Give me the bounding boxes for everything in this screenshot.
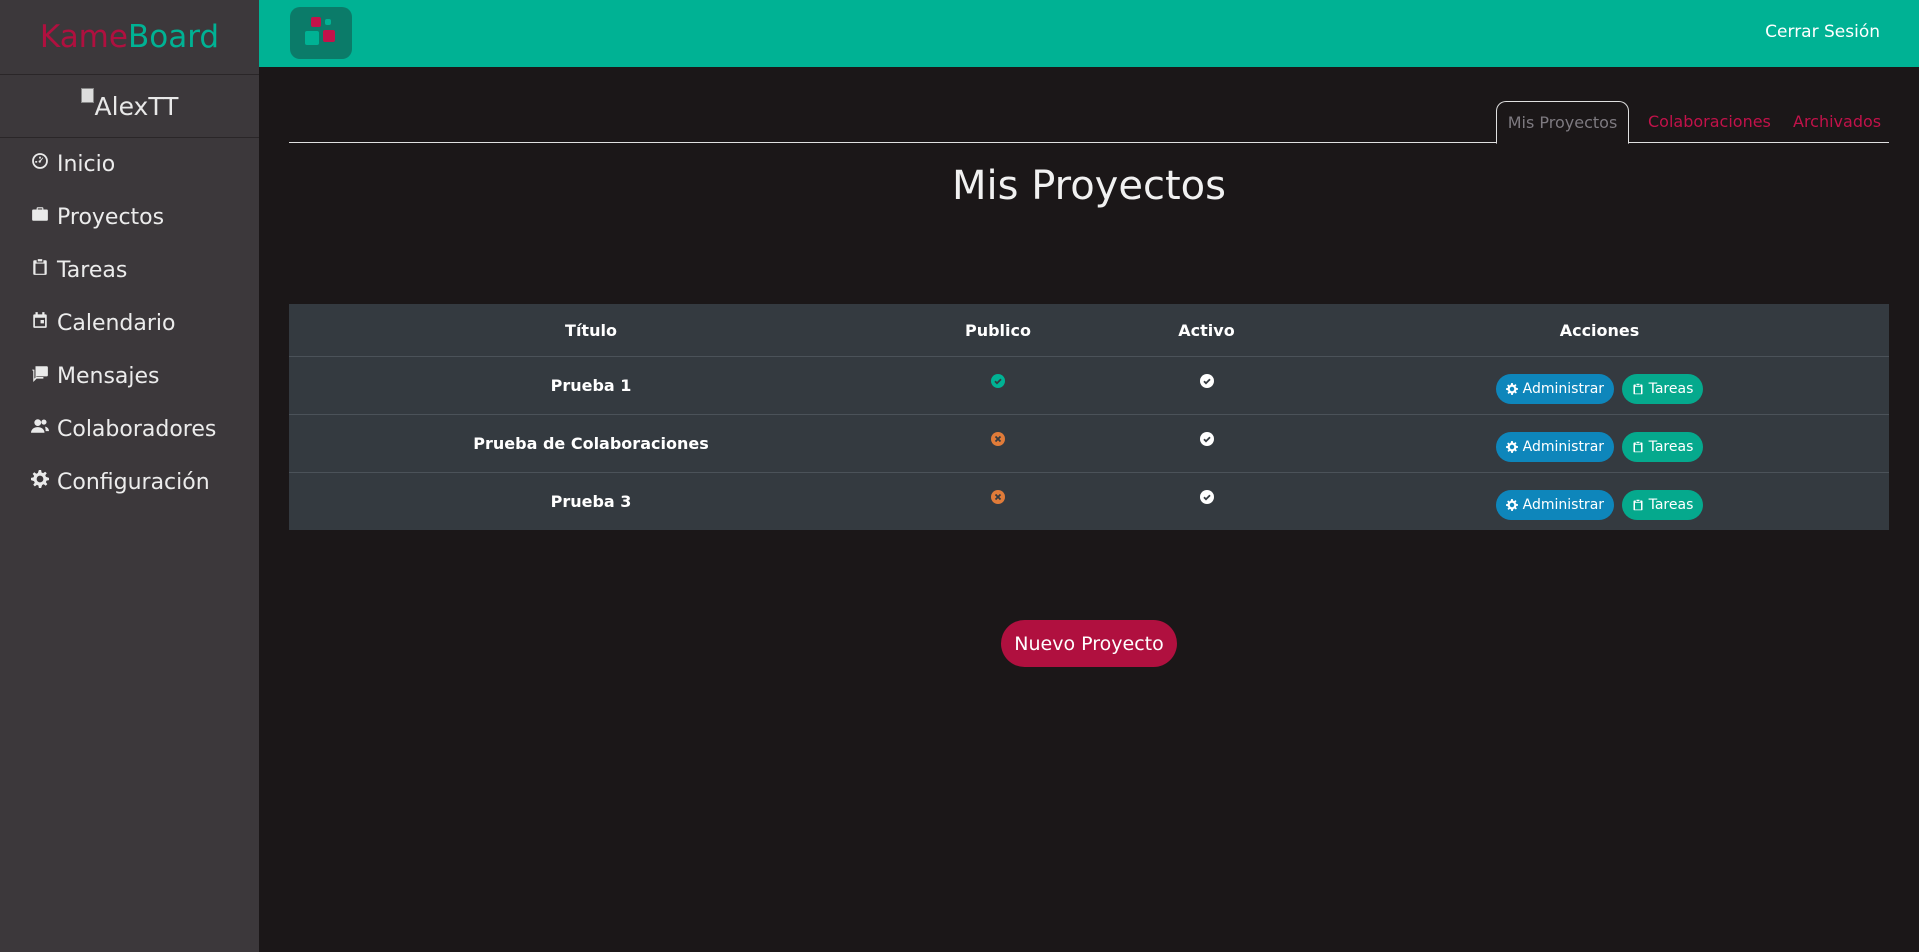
sidebar-item-inicio[interactable]: Inicio bbox=[0, 138, 259, 191]
sidebar-item-calendario[interactable]: Calendario bbox=[0, 297, 259, 350]
sidebar-item-tareas[interactable]: Tareas bbox=[0, 244, 259, 297]
check-circle-icon bbox=[1199, 432, 1214, 446]
administrar-button[interactable]: Administrar bbox=[1495, 373, 1615, 404]
administrar-button[interactable]: Administrar bbox=[1495, 489, 1615, 520]
project-title: Prueba 3 bbox=[289, 472, 893, 530]
button-label: Tareas bbox=[1648, 496, 1694, 513]
table-header-row: Título Publico Activo Acciones bbox=[289, 304, 1889, 357]
tareas-button[interactable]: Tareas bbox=[1621, 489, 1704, 520]
sidebar-item-mensajes[interactable]: Mensajes bbox=[0, 350, 259, 403]
column-header-acciones: Acciones bbox=[1310, 304, 1889, 357]
button-label: Tareas bbox=[1648, 438, 1694, 455]
tabs-divider bbox=[289, 142, 1889, 143]
gear-icon bbox=[1505, 498, 1518, 511]
sidebar-item-label: Proyectos bbox=[57, 205, 165, 230]
sidebar-item-label: Calendario bbox=[57, 311, 176, 336]
sidebar-item-label: Inicio bbox=[57, 152, 116, 177]
project-title: Prueba de Colaboraciones bbox=[289, 414, 893, 473]
brand-name-part2: Board bbox=[127, 19, 220, 55]
briefcase-icon bbox=[30, 204, 50, 224]
x-circle-icon bbox=[991, 432, 1005, 446]
sidebar-item-label: Colaboradores bbox=[57, 417, 217, 442]
check-circle-icon bbox=[1199, 374, 1214, 388]
avatar[interactable]: AlexTT bbox=[80, 87, 179, 121]
column-header-activo: Activo bbox=[1103, 304, 1310, 357]
gear-icon bbox=[30, 469, 50, 489]
tab-mis-proyectos[interactable]: Mis Proyectos bbox=[1496, 101, 1629, 144]
page-title: Mis Proyectos bbox=[952, 163, 1226, 209]
tareas-button[interactable]: Tareas bbox=[1621, 373, 1704, 404]
clipboard-icon bbox=[1633, 499, 1643, 510]
brand-name-part1: Kame bbox=[39, 19, 128, 55]
sidebar-item-colaboradores[interactable]: Colaboradores bbox=[0, 403, 259, 456]
tab-archivados[interactable]: Archivados bbox=[1793, 101, 1881, 142]
top-bar: Cerrar Sesión bbox=[259, 0, 1919, 67]
column-header-publico: Publico bbox=[893, 304, 1103, 357]
button-label: Administrar bbox=[1522, 496, 1605, 513]
button-label: Administrar bbox=[1522, 438, 1605, 455]
tareas-button[interactable]: Tareas bbox=[1621, 431, 1704, 462]
column-header-titulo: Título bbox=[289, 304, 893, 357]
new-project-button[interactable]: Nuevo Proyecto bbox=[1001, 620, 1177, 667]
app-logo-icon[interactable] bbox=[290, 7, 352, 59]
gear-icon bbox=[1505, 440, 1518, 453]
table-row: Prueba de Colaboraciones Administrar Tar… bbox=[289, 414, 1889, 473]
check-circle-icon bbox=[991, 374, 1005, 388]
sidebar-item-configuracion[interactable]: Configuración bbox=[0, 456, 259, 509]
x-circle-icon bbox=[991, 490, 1005, 504]
administrar-button[interactable]: Administrar bbox=[1495, 431, 1615, 462]
projects-table: Título Publico Activo Acciones Prueba 1 bbox=[289, 304, 1889, 530]
logout-button[interactable]: Cerrar Sesión bbox=[1765, 22, 1880, 42]
clipboard-icon bbox=[1633, 441, 1643, 452]
broken-image-icon bbox=[80, 87, 94, 103]
sidebar-item-label: Mensajes bbox=[57, 364, 160, 389]
table-row: Prueba 3 Administrar Tareas bbox=[289, 472, 1889, 530]
check-circle-icon bbox=[1199, 490, 1214, 504]
sidebar-nav: Inicio Proyectos Tareas Calendario Mensa… bbox=[0, 138, 259, 509]
avatar-alt-text: AlexTT bbox=[94, 91, 179, 121]
clipboard-icon bbox=[1633, 383, 1643, 394]
sidebar-item-proyectos[interactable]: Proyectos bbox=[0, 191, 259, 244]
users-icon bbox=[30, 416, 50, 436]
dashboard-icon bbox=[30, 151, 50, 171]
gear-icon bbox=[1505, 382, 1518, 395]
calendar-icon bbox=[30, 310, 50, 330]
project-title: Prueba 1 bbox=[289, 356, 893, 415]
table-row: Prueba 1 Administrar Tareas bbox=[289, 356, 1889, 415]
clipboard-icon bbox=[30, 257, 50, 277]
brand-logo[interactable]: Kame Board bbox=[0, 0, 259, 75]
button-label: Administrar bbox=[1522, 380, 1605, 397]
messages-icon bbox=[30, 363, 50, 383]
sidebar-item-label: Tareas bbox=[57, 258, 128, 283]
button-label: Tareas bbox=[1648, 380, 1694, 397]
sidebar: Kame Board AlexTT Inicio Proyectos Tareas bbox=[0, 0, 259, 952]
user-box: AlexTT bbox=[0, 75, 259, 138]
sidebar-item-label: Configuración bbox=[57, 470, 210, 495]
tab-colaboraciones[interactable]: Colaboraciones bbox=[1648, 101, 1771, 142]
